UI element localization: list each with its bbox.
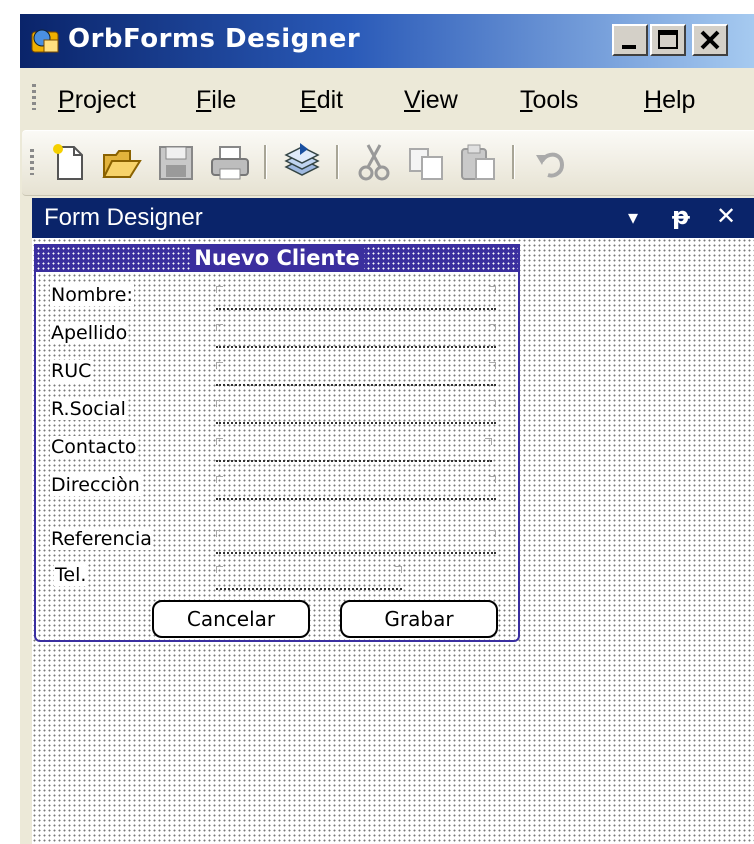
close-button[interactable] — [692, 24, 728, 56]
open-icon[interactable] — [100, 141, 144, 185]
label-direccion[interactable]: Direcciòn — [50, 474, 141, 496]
form-designer-header: Form Designer ▾ ᵽ ✕ — [32, 198, 754, 238]
form-title: Nuevo Cliente — [190, 246, 364, 270]
toolbar — [22, 130, 754, 196]
label-apellido[interactable]: Apellido — [50, 322, 129, 344]
maximize-button[interactable] — [650, 24, 686, 56]
minimize-icon — [622, 45, 636, 49]
cancel-button[interactable]: Cancelar — [152, 600, 310, 638]
maximize-icon — [658, 30, 678, 49]
designer-canvas[interactable]: Nuevo Cliente Nombre: Apellido RUC R.Soc… — [32, 238, 754, 844]
close-icon — [700, 30, 720, 50]
menu-tools[interactable]: Tools — [520, 86, 578, 115]
toolbar-separator — [264, 145, 267, 179]
print-icon[interactable] — [208, 141, 252, 185]
menu-help[interactable]: Help — [644, 86, 695, 115]
menu-bar: Project File Edit View Tools Help — [20, 70, 754, 126]
label-referencia[interactable]: Referencia — [50, 528, 153, 550]
panel-close-icon[interactable]: ✕ — [716, 202, 736, 230]
field-nombre[interactable] — [216, 284, 496, 310]
field-ruc[interactable] — [216, 360, 496, 386]
app-icon — [31, 29, 59, 53]
app-window: OrbForms Designer Project File Edit View… — [20, 14, 754, 844]
label-ruc[interactable]: RUC — [50, 360, 93, 382]
menu-file[interactable]: File — [196, 86, 236, 115]
label-nombre[interactable]: Nombre: — [50, 284, 134, 306]
minimize-button[interactable] — [612, 24, 648, 56]
form-preview[interactable]: Nuevo Cliente Nombre: Apellido RUC R.Soc… — [34, 244, 520, 642]
toolbar-grip[interactable] — [30, 149, 34, 175]
paste-icon[interactable] — [456, 141, 500, 185]
undo-icon[interactable] — [528, 141, 572, 185]
label-tel[interactable]: Tel. — [54, 564, 88, 586]
form-title-bar[interactable]: Nuevo Cliente — [36, 246, 518, 272]
toolbar-separator — [336, 145, 339, 179]
cut-icon[interactable] — [352, 141, 396, 185]
menu-view[interactable]: View — [404, 86, 458, 115]
field-apellido[interactable] — [216, 322, 496, 348]
field-rsocial[interactable] — [216, 398, 496, 424]
field-direccion[interactable] — [216, 474, 496, 500]
title-bar[interactable]: OrbForms Designer — [20, 14, 754, 68]
field-tel[interactable] — [216, 564, 402, 590]
pin-icon[interactable]: ᵽ — [672, 202, 690, 230]
copy-icon[interactable] — [404, 141, 448, 185]
new-icon[interactable] — [48, 141, 92, 185]
menu-project[interactable]: Project — [58, 86, 136, 115]
window-title: OrbForms Designer — [68, 24, 361, 54]
panel-dropdown-icon[interactable]: ▾ — [628, 205, 638, 229]
panel-title: Form Designer — [44, 204, 203, 231]
field-contacto[interactable] — [216, 436, 492, 462]
save-button[interactable]: Grabar — [340, 600, 498, 638]
menu-grip[interactable] — [32, 84, 36, 110]
toolbar-separator — [512, 145, 515, 179]
label-rsocial[interactable]: R.Social — [50, 398, 127, 420]
menu-edit[interactable]: Edit — [300, 86, 343, 115]
save-icon[interactable] — [154, 141, 198, 185]
field-referencia[interactable] — [216, 528, 496, 554]
build-icon[interactable] — [280, 141, 324, 185]
label-contacto[interactable]: Contacto — [50, 436, 138, 458]
